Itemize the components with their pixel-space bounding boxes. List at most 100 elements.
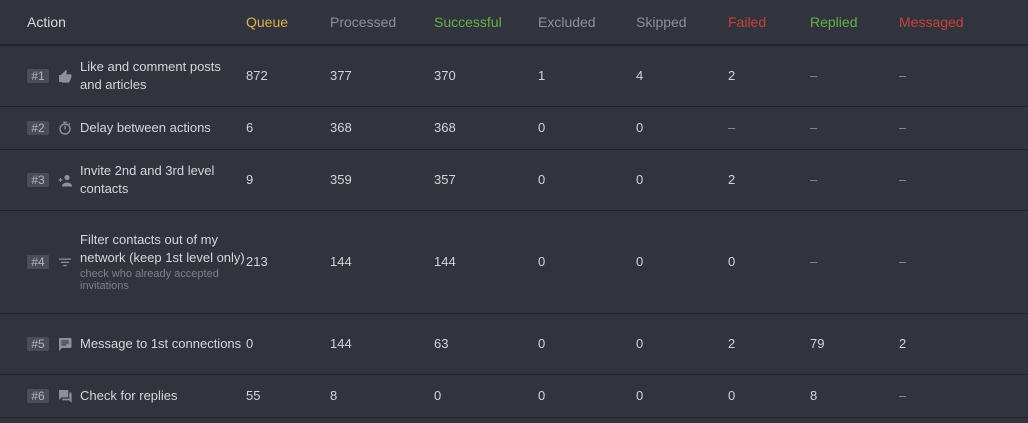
table-row: #6 Check for replies 55 8 0 0 0 0 8– — [0, 374, 1028, 418]
step-index-badge: #6 — [27, 388, 49, 403]
messaged-cell: – — [899, 149, 1028, 211]
header-action: Action — [0, 0, 246, 46]
replied-cell: 8 — [810, 374, 899, 418]
skipped-cell: 0 — [636, 149, 728, 211]
step-index-badge: #1 — [27, 68, 49, 83]
skipped-cell: 4 — [636, 45, 728, 107]
action-label: Delay between actions — [80, 119, 211, 135]
excluded-cell: 0 — [538, 149, 636, 211]
action-label-group: Message to 1st connections — [80, 335, 241, 353]
queue-cell: 6 — [246, 106, 330, 150]
action-label-group: Delay between actions — [80, 119, 211, 137]
failed-cell: 2 — [728, 313, 810, 375]
action-label: Like and comment posts and articles — [80, 58, 221, 92]
successful-cell: 368 — [434, 106, 538, 150]
action-item[interactable]: #6 Check for replies — [27, 387, 246, 405]
excluded-cell: 1 — [538, 45, 636, 107]
action-label: Check for replies — [80, 387, 178, 403]
table-row: #4 Filter contacts out of my network (kee… — [0, 210, 1028, 314]
processed-cell: 377 — [330, 45, 434, 107]
table-row: #3 Invite 2nd and 3rd level contacts 9 359 3… — [0, 149, 1028, 211]
timer-icon — [58, 121, 72, 135]
action-label: Filter contacts out of my network (keep … — [80, 232, 245, 265]
action-cell: #4 Filter contacts out of my network (kee… — [0, 210, 246, 314]
action-label: Invite 2nd and 3rd level contacts — [80, 162, 215, 196]
messaged-cell: – — [899, 45, 1028, 107]
header-processed: Processed — [330, 0, 434, 46]
action-label-group: Filter contacts out of my network (keep … — [80, 231, 246, 292]
action-cell: #6 Check for replies — [0, 374, 246, 418]
replied-cell: – — [810, 106, 899, 150]
add-person-icon — [58, 173, 72, 187]
table-header-row: Action Queue Processed Successful Exclud… — [0, 0, 1028, 46]
message-icon — [58, 337, 72, 351]
action-item[interactable]: #1 Like and comment posts and articles — [27, 58, 246, 94]
queue-cell: 9 — [246, 149, 330, 211]
processed-cell: 8 — [330, 374, 434, 418]
processed-cell: 144 — [330, 210, 434, 314]
skipped-cell: 0 — [636, 313, 728, 375]
table-row: #5 Message to 1st connections 0 144 63 0 0 2 79 2 — [0, 313, 1028, 375]
step-index-badge: #3 — [27, 172, 49, 187]
successful-cell: 0 — [434, 374, 538, 418]
messaged-cell: 2 — [899, 313, 1028, 375]
failed-cell: – — [728, 106, 810, 150]
action-label: Message to 1st connections — [80, 335, 242, 351]
queue-cell: 213 — [246, 210, 330, 314]
messaged-cell: – — [899, 106, 1028, 150]
action-label-group: Invite 2nd and 3rd level contacts — [80, 162, 246, 198]
successful-cell: 357 — [434, 149, 538, 211]
skipped-cell: 0 — [636, 106, 728, 150]
header-replied: Replied — [810, 0, 899, 46]
chat-bubbles-icon — [58, 389, 72, 403]
queue-cell: 872 — [246, 45, 330, 107]
header-messaged: Messaged — [899, 0, 1028, 46]
step-index-badge: #5 — [27, 336, 49, 351]
processed-cell: 359 — [330, 149, 434, 211]
table-row: #1 Like and comment posts and articles 872… — [0, 45, 1028, 107]
action-cell: #5 Message to 1st connections — [0, 313, 246, 375]
successful-cell: 370 — [434, 45, 538, 107]
step-index-badge: #2 — [27, 120, 49, 135]
header-failed: Failed — [728, 0, 810, 46]
header-skipped: Skipped — [636, 0, 728, 46]
step-index-badge: #4 — [27, 254, 49, 269]
replied-cell: – — [810, 149, 899, 211]
action-cell: #1 Like and comment posts and articles — [0, 45, 246, 107]
replied-cell: – — [810, 210, 899, 314]
replied-cell: – — [810, 45, 899, 107]
queue-cell: 55 — [246, 374, 330, 418]
queue-cell: 0 — [246, 313, 330, 375]
excluded-cell: 0 — [538, 374, 636, 418]
campaign-stats-table: Action Queue Processed Successful Exclud… — [0, 0, 1028, 418]
header-successful: Successful — [434, 0, 538, 46]
failed-cell: 2 — [728, 45, 810, 107]
failed-cell: 2 — [728, 149, 810, 211]
replied-cell: 79 — [810, 313, 899, 375]
processed-cell: 368 — [330, 106, 434, 150]
excluded-cell: 0 — [538, 210, 636, 314]
failed-cell: 0 — [728, 374, 810, 418]
messaged-cell: – — [899, 210, 1028, 314]
action-item[interactable]: #3 Invite 2nd and 3rd level contacts — [27, 162, 246, 198]
header-excluded: Excluded — [538, 0, 636, 46]
action-item[interactable]: #5 Message to 1st connections — [27, 335, 246, 353]
action-note: check who already accepted invitations — [80, 268, 219, 292]
skipped-cell: 0 — [636, 374, 728, 418]
action-label-group: Like and comment posts and articles — [80, 58, 246, 94]
action-item[interactable]: #2 Delay between actions — [27, 119, 246, 137]
header-queue: Queue — [246, 0, 330, 46]
processed-cell: 144 — [330, 313, 434, 375]
action-cell: #3 Invite 2nd and 3rd level contacts — [0, 149, 246, 211]
skipped-cell: 0 — [636, 210, 728, 314]
successful-cell: 63 — [434, 313, 538, 375]
action-item[interactable]: #4 Filter contacts out of my network (kee… — [27, 231, 246, 292]
failed-cell: 0 — [728, 210, 810, 314]
messaged-cell: – — [899, 374, 1028, 418]
filter-icon — [58, 255, 72, 269]
thumbs-up-icon — [58, 69, 72, 83]
action-label-group: Check for replies — [80, 387, 178, 405]
action-cell: #2 Delay between actions — [0, 106, 246, 150]
excluded-cell: 0 — [538, 313, 636, 375]
table-row: #2 Delay between actions 6 368 368 0 0– – – — [0, 106, 1028, 150]
